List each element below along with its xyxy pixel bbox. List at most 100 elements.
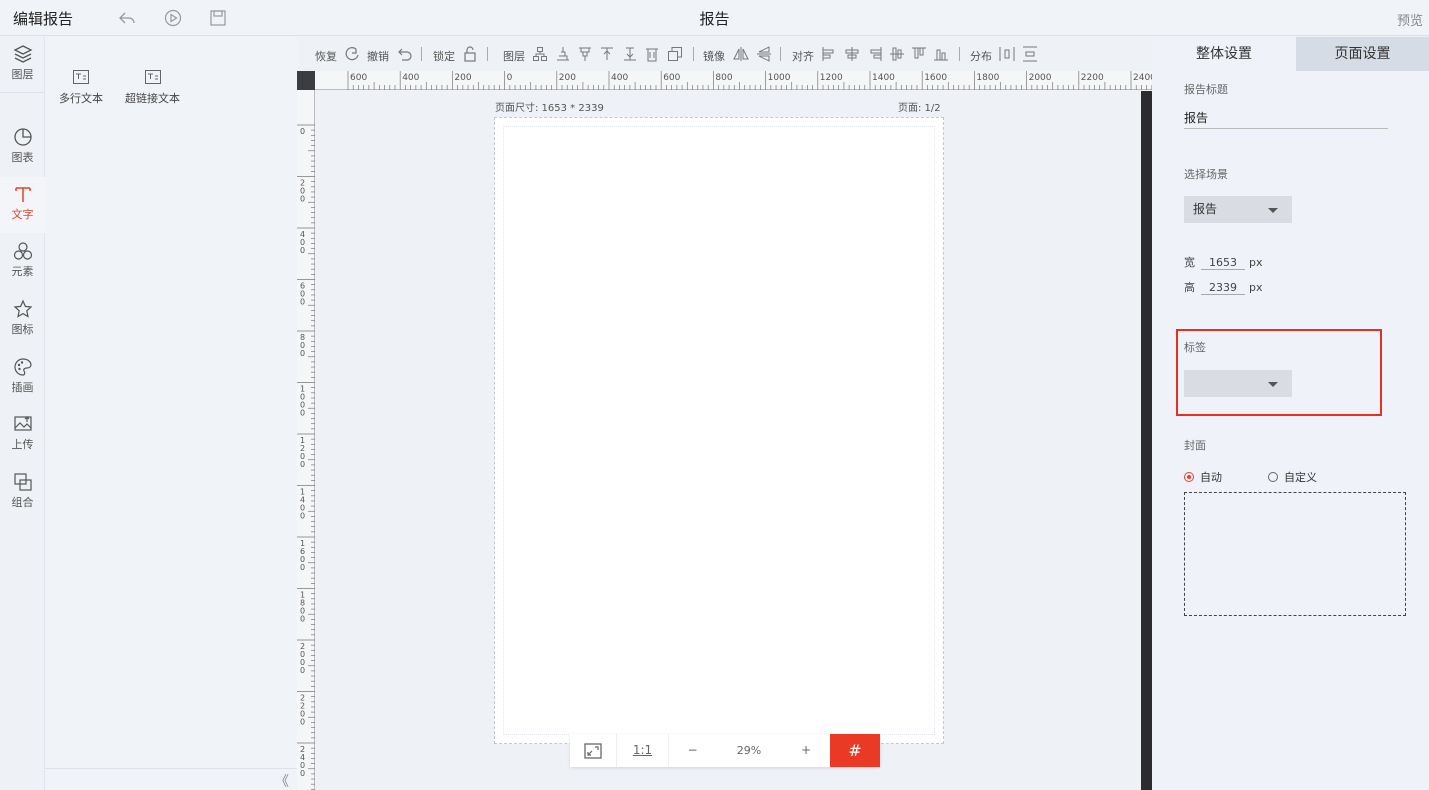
caret-down-icon <box>1268 208 1278 213</box>
align-bottom-icon[interactable] <box>933 46 949 62</box>
rail-item-layers[interactable]: 图层 <box>0 37 45 93</box>
distribute-button[interactable]: 分布 <box>970 48 992 64</box>
cover-preview-box[interactable] <box>1184 492 1406 616</box>
preview-button[interactable]: 预览 <box>1397 10 1423 29</box>
page-size-label: 页面尺寸: 1653 * 2339 <box>495 103 604 114</box>
height-row: 高 2339 px <box>1184 279 1263 295</box>
undo-icon[interactable] <box>397 46 413 62</box>
align-center-vertical-icon[interactable] <box>889 46 905 62</box>
align-left-icon[interactable] <box>821 46 837 62</box>
fit-screen-icon <box>584 742 602 759</box>
actual-size-button[interactable]: 1:1 <box>617 734 669 767</box>
lock-icon[interactable] <box>462 46 478 62</box>
align-button[interactable]: 对齐 <box>792 48 814 64</box>
document-title: 报告 <box>699 10 730 28</box>
scene-label: 选择场景 <box>1184 168 1228 181</box>
rail-item-label: 组合 <box>11 496 34 509</box>
lock-button[interactable]: 锁定 <box>433 48 455 64</box>
tab-overall-settings[interactable]: 整体设置 <box>1152 37 1296 71</box>
ruler-label: 400 <box>300 230 305 255</box>
group-icon <box>13 473 32 491</box>
ruler-label: 800 <box>715 73 732 83</box>
rail-item-elements[interactable]: 元素 <box>0 234 45 290</box>
star-icon <box>13 299 32 318</box>
report-title-input[interactable]: 报告 <box>1184 109 1388 129</box>
toolbar-divider <box>780 47 781 61</box>
zoom-in-button[interactable]: + <box>782 734 830 767</box>
ruler-label: 1600 <box>924 73 947 83</box>
delete-icon[interactable] <box>644 46 660 62</box>
layer-button[interactable]: 图层 <box>503 48 525 64</box>
flip-vertical-icon[interactable] <box>756 46 772 62</box>
align-center-horizontal-icon[interactable] <box>844 46 860 62</box>
layer-tree-icon[interactable] <box>532 46 548 62</box>
undo-button[interactable]: 撤销 <box>367 48 389 64</box>
ruler-label: 2000 <box>300 642 305 675</box>
ruler-label: 0 <box>300 127 305 136</box>
redo-icon[interactable] <box>344 46 360 62</box>
bring-forward-icon[interactable] <box>555 46 571 62</box>
ruler-label: 2000 <box>1029 73 1052 83</box>
rail-item-illustration[interactable]: 插画 <box>0 350 45 406</box>
ruler-label: 1400 <box>300 488 305 521</box>
align-top-icon[interactable] <box>911 46 927 62</box>
ruler-label: 2200 <box>300 694 305 727</box>
rail-item-icons[interactable]: 图标 <box>0 292 45 348</box>
element-panel: 多行文本 超链接文本 《 <box>45 37 297 790</box>
ruler-label: 200 <box>559 73 576 83</box>
horizontal-ruler: 600 400 200 0 200 400 600 800 1000 1200 1400 1600 18… <box>315 71 1152 90</box>
ruler-label: 800 <box>300 333 305 358</box>
width-unit: px <box>1249 256 1263 269</box>
double-chevron-left-icon[interactable]: 《 <box>275 771 289 790</box>
grid-toggle-button[interactable]: # <box>830 734 880 767</box>
send-to-back-icon[interactable] <box>622 46 638 62</box>
ruler-label: 400 <box>402 73 419 83</box>
rail-item-chart[interactable]: 图表 <box>0 120 45 176</box>
tag-select[interactable] <box>1184 370 1292 397</box>
width-input[interactable]: 1653 <box>1201 256 1245 270</box>
tag-label: 标签 <box>1184 341 1206 354</box>
horizontal-ruler-ticks: 600 400 200 0 200 400 600 800 1000 1200 1400 1600 18… <box>347 71 1152 90</box>
height-input[interactable]: 2339 <box>1201 281 1245 295</box>
hyperlink-text-item[interactable]: 超链接文本 <box>125 70 180 106</box>
ruler-label: 0 <box>507 73 513 83</box>
rail-item-text[interactable]: 文字 <box>0 177 45 233</box>
bring-to-front-icon[interactable] <box>599 46 615 62</box>
vertical-ruler-ticks: 0 2 0 0 4 0 0 6 0 0 8 0 0 1 0 0 0 1 2 0 0 1 4 0 0 1 6 0 0 1 8 0 0 2 0 0 0 2 2 0… <box>297 124 315 790</box>
toolbar-divider <box>693 47 694 61</box>
mirror-button[interactable]: 镜像 <box>703 48 725 64</box>
cover-label: 封面 <box>1184 439 1206 452</box>
radio-unchecked-icon <box>1268 472 1278 482</box>
redo-button[interactable]: 恢复 <box>315 48 337 64</box>
copy-icon[interactable] <box>667 46 683 62</box>
flip-horizontal-icon[interactable] <box>733 46 749 62</box>
vertical-scrollbar[interactable] <box>1141 91 1152 790</box>
report-page[interactable] <box>494 117 944 744</box>
ruler-label: 2200 <box>1081 73 1104 83</box>
palette-icon <box>13 358 32 376</box>
ruler-label: 600 <box>663 73 680 83</box>
left-rail: 图层 图表 文字 元素 图标 插画 上传 组合 <box>0 37 45 790</box>
ruler-label: 200 <box>454 73 471 83</box>
multiline-text-item[interactable]: 多行文本 <box>59 70 103 106</box>
cover-auto-label: 自动 <box>1200 471 1222 484</box>
ruler-label: 1200 <box>300 436 305 469</box>
cover-auto-radio[interactable]: 自动 <box>1184 469 1222 485</box>
distribute-horizontal-icon[interactable] <box>999 46 1015 62</box>
scene-select[interactable]: 报告 <box>1184 196 1292 223</box>
fit-screen-button[interactable] <box>570 734 617 767</box>
zoom-out-button[interactable]: − <box>669 734 716 767</box>
panel-collapse-bar[interactable]: 《 <box>45 768 297 790</box>
send-backward-icon[interactable] <box>577 46 593 62</box>
rail-item-upload[interactable]: 上传 <box>0 407 45 463</box>
ruler-label: 1400 <box>872 73 895 83</box>
tab-page-settings[interactable]: 页面设置 <box>1296 37 1429 71</box>
distribute-vertical-icon[interactable] <box>1022 46 1038 62</box>
align-right-icon[interactable] <box>867 46 883 62</box>
ruler-corner <box>297 71 315 90</box>
canvas-toolbar: 恢复 撤销 锁定 图层 镜像 对齐 分布 <box>297 37 1152 71</box>
rail-item-group[interactable]: 组合 <box>0 465 45 521</box>
cover-custom-label: 自定义 <box>1284 471 1317 484</box>
ruler-label: 1600 <box>300 539 305 572</box>
cover-custom-radio[interactable]: 自定义 <box>1268 469 1317 485</box>
